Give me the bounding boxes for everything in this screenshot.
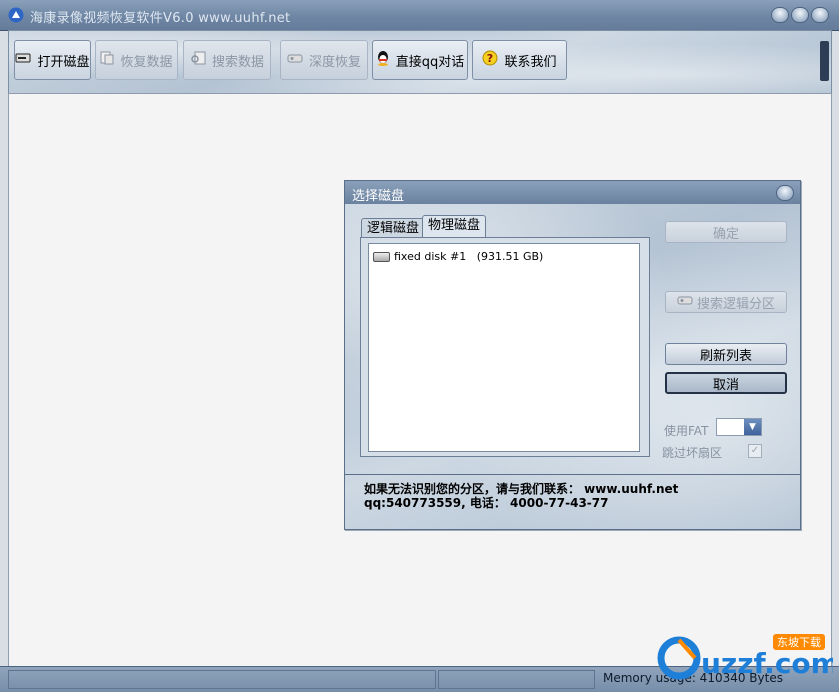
dialog-close-button[interactable] xyxy=(776,185,794,201)
status-cell xyxy=(438,670,595,689)
svg-text:?: ? xyxy=(487,52,493,65)
open-disk-label: 打开磁盘 xyxy=(37,54,90,70)
cancel-label: 取消 xyxy=(712,377,739,393)
disk-icon xyxy=(15,52,31,68)
search-partition-button[interactable]: 搜索逻辑分区 xyxy=(665,291,787,313)
toolbar-handle[interactable] xyxy=(820,41,829,81)
status-cell xyxy=(8,670,436,689)
open-disk-button[interactable]: 打开磁盘 xyxy=(14,40,91,80)
qq-chat-label: 直接qq对话 xyxy=(395,54,465,70)
window-title: 海康录像视频恢复软件V6.0 www.uuhf.net xyxy=(30,11,291,26)
divider xyxy=(345,474,800,475)
tab-logical-disk[interactable]: 逻辑磁盘 xyxy=(361,218,426,239)
contact-us-button[interactable]: ? 联系我们 xyxy=(472,40,567,80)
refresh-list-label: 刷新列表 xyxy=(699,348,752,364)
qq-chat-button[interactable]: 直接qq对话 xyxy=(372,40,468,80)
search-partition-label: 搜索逻辑分区 xyxy=(696,296,775,312)
ok-button[interactable]: 确定 xyxy=(665,221,787,243)
deep-restore-icon xyxy=(677,294,693,310)
cancel-button[interactable]: 取消 xyxy=(665,372,787,394)
restore-data-label: 恢复数据 xyxy=(120,54,173,70)
fat-select[interactable]: ▼ xyxy=(716,418,762,436)
restore-icon xyxy=(100,51,114,69)
disk-list[interactable]: fixed disk #1 (931.51 GB) xyxy=(368,243,640,452)
restore-data-button[interactable]: 恢复数据 xyxy=(95,40,178,80)
disk-label: fixed disk #1 (931.51 GB) xyxy=(394,250,544,263)
deep-restore-button[interactable]: 深度恢复 xyxy=(280,40,368,80)
disk-list-frame: fixed disk #1 (931.51 GB) xyxy=(360,237,650,457)
qq-icon xyxy=(376,50,390,70)
skip-bad-sector-checkbox[interactable]: ✓ xyxy=(748,444,762,458)
deep-restore-icon xyxy=(287,52,303,68)
contact-line-2: qq:540773559, 电话： 4000-77-43-77 xyxy=(364,496,609,510)
deep-restore-label: 深度恢复 xyxy=(308,54,361,70)
contact-us-label: 联系我们 xyxy=(504,54,557,70)
maximize-button[interactable] xyxy=(791,7,809,23)
refresh-list-button[interactable]: 刷新列表 xyxy=(665,343,787,365)
dialog-title-bar: 选择磁盘 xyxy=(345,181,800,204)
search-data-button[interactable]: 搜索数据 xyxy=(183,40,271,80)
toolbar: 打开磁盘 恢复数据 搜索数据 深度恢复 直接qq对话 ? 联系我们 xyxy=(8,30,832,94)
contact-info: 如果无法识别您的分区，请与我们联系： www.uuhf.net qq:54077… xyxy=(364,482,678,510)
title-bar: 海康录像视频恢复软件V6.0 www.uuhf.net xyxy=(0,0,839,31)
skip-bad-sector-label: 跳过坏扇区 xyxy=(662,446,723,460)
use-fat-label: 使用FAT xyxy=(664,424,709,438)
uzzf-watermark-logo: uzzf.com 东坡下载 xyxy=(657,634,833,680)
dialog-title: 选择磁盘 xyxy=(352,189,405,204)
tab-physical-disk[interactable]: 物理磁盘 xyxy=(422,215,487,239)
help-icon: ? xyxy=(482,50,498,70)
search-data-label: 搜索数据 xyxy=(211,54,264,70)
minimize-button[interactable] xyxy=(771,7,789,23)
svg-text:uzzf.com: uzzf.com xyxy=(701,647,833,680)
disk-list-item[interactable]: fixed disk #1 (931.51 GB) xyxy=(373,250,543,263)
close-button[interactable] xyxy=(811,7,829,23)
hard-disk-icon xyxy=(373,251,390,262)
chevron-down-icon[interactable]: ▼ xyxy=(744,419,761,435)
select-disk-dialog: 选择磁盘 逻辑磁盘 物理磁盘 fixed disk #1 (931.51 GB)… xyxy=(344,180,801,530)
contact-line-1: 如果无法识别您的分区，请与我们联系： www.uuhf.net xyxy=(364,482,679,496)
app-logo-icon xyxy=(8,7,24,23)
ok-label: 确定 xyxy=(712,226,739,242)
svg-text:东坡下载: 东坡下载 xyxy=(777,636,821,649)
search-icon xyxy=(190,51,206,69)
